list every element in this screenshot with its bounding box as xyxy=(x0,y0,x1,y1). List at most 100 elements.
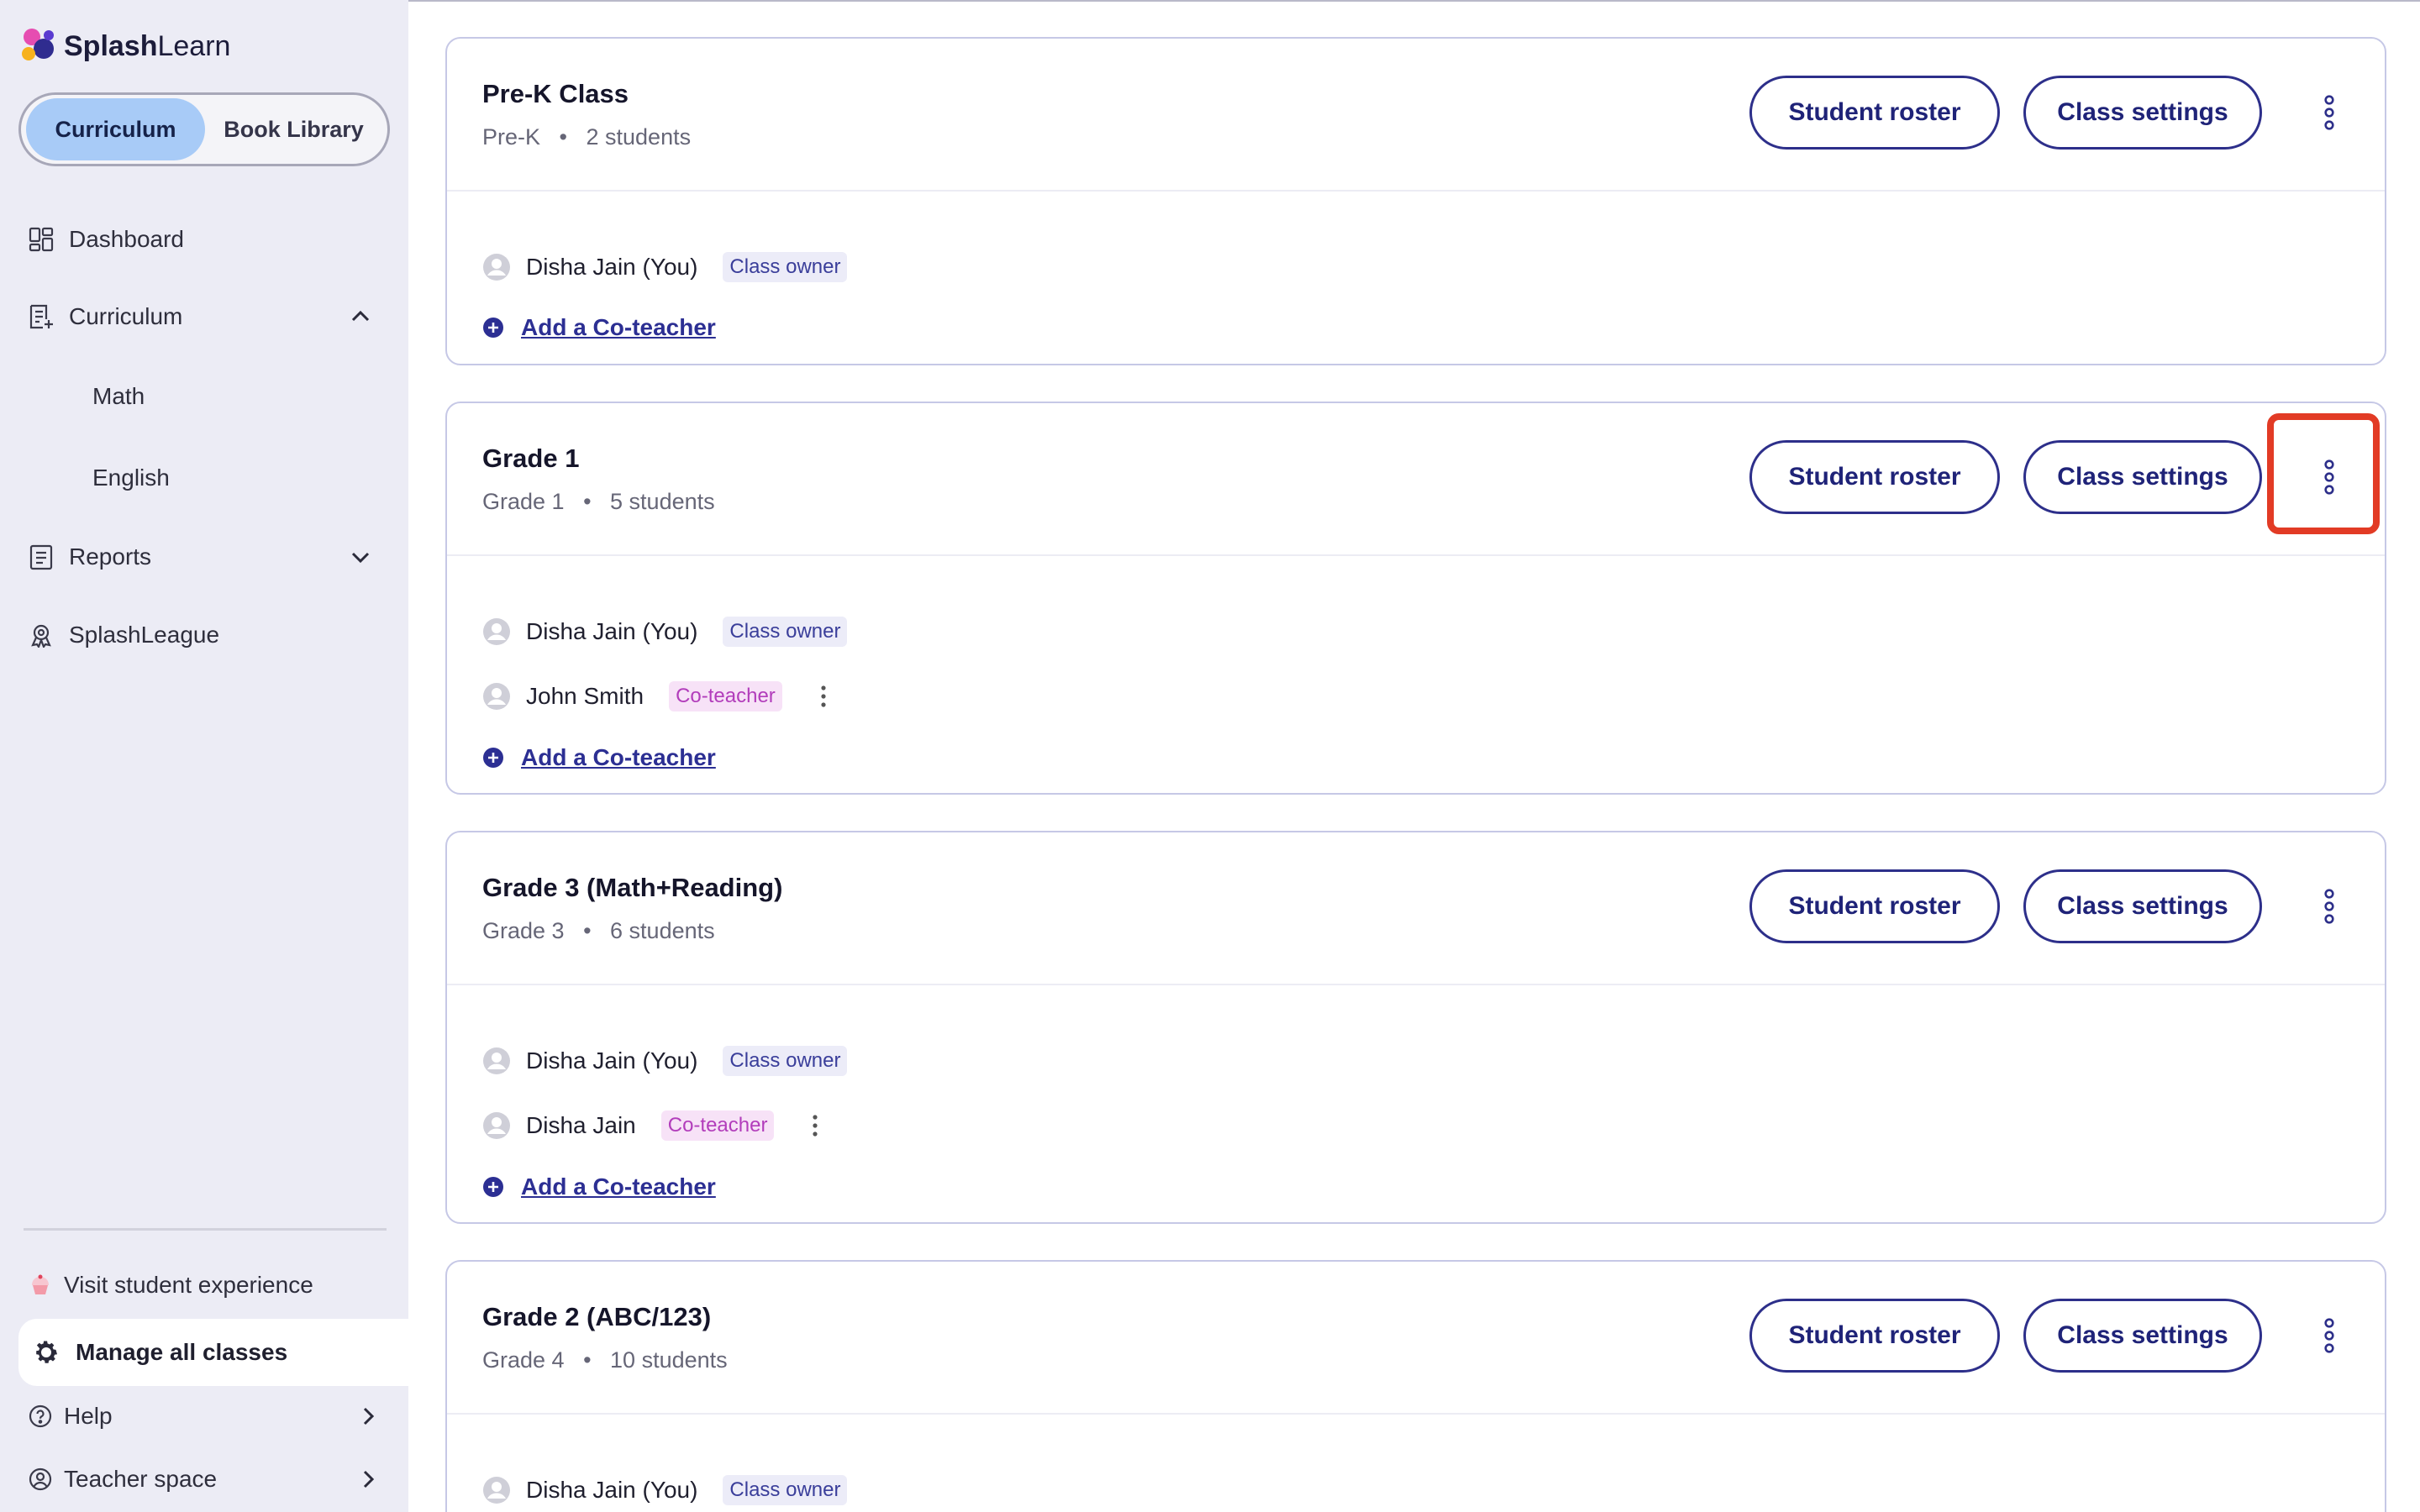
chevron-up-icon[interactable] xyxy=(348,304,373,329)
chevron-right-icon xyxy=(363,1407,375,1425)
member-row: John Smith Co-teacher xyxy=(482,678,828,715)
avatar-icon xyxy=(483,683,510,710)
add-co-teacher-label: Add a Co-teacher xyxy=(521,314,716,340)
class-title: Grade 2 (ABC/123) xyxy=(482,1302,712,1331)
add-co-teacher-link[interactable]: Add a Co-teacher xyxy=(482,739,716,776)
sidebar-item-teacher-space[interactable]: Teacher space xyxy=(27,1454,388,1504)
member-name: Disha Jain (You) xyxy=(526,618,698,644)
member-options-icon[interactable] xyxy=(811,1114,819,1137)
sidebar-item-label: Reports xyxy=(69,543,152,570)
avatar-icon xyxy=(483,618,510,645)
help-icon xyxy=(27,1403,54,1430)
sidebar-item-help[interactable]: Help xyxy=(27,1391,388,1441)
curriculum-icon xyxy=(27,302,55,331)
avatar-icon xyxy=(483,1112,510,1139)
sidebar-divider xyxy=(24,1228,387,1231)
splashlearn-logo-icon xyxy=(22,29,54,60)
gear-icon xyxy=(36,1341,57,1363)
sidebar-item-reports[interactable]: Reports xyxy=(27,532,385,582)
class-card-header: Grade 3 (Math+Reading) Grade 3 • 6 stude… xyxy=(447,832,2385,985)
class-settings-button[interactable]: Class settings xyxy=(2023,440,2262,514)
class-owner-badge: Class owner xyxy=(723,617,848,647)
chevron-right-icon xyxy=(363,1470,375,1488)
class-title: Grade 3 (Math+Reading) xyxy=(482,873,783,902)
student-roster-button[interactable]: Student roster xyxy=(1749,76,2000,150)
avatar-icon xyxy=(483,1477,510,1504)
sidebar-item-curriculum[interactable]: Curriculum xyxy=(27,291,385,342)
member-name: Disha Jain (You) xyxy=(526,1477,698,1503)
student-roster-button[interactable]: Student roster xyxy=(1749,869,2000,943)
class-card-header: Grade 2 (ABC/123) Grade 4 • 10 students … xyxy=(447,1262,2385,1415)
class-subtitle: Grade 1 • 5 students xyxy=(482,489,715,514)
kebab-icon xyxy=(2324,459,2334,495)
manage-all-classes[interactable]: Manage all classes xyxy=(18,1319,408,1386)
class-settings-button[interactable]: Class settings xyxy=(2023,1299,2262,1373)
member-row: Disha Jain (You) Class owner xyxy=(482,1042,848,1079)
more-options-button[interactable] xyxy=(2304,452,2354,502)
chevron-down-icon[interactable] xyxy=(348,544,373,570)
plus-circle-icon xyxy=(483,1177,503,1197)
class-card: Grade 1 Grade 1 • 5 students Student ros… xyxy=(445,402,2386,795)
add-co-teacher-link[interactable]: Add a Co-teacher xyxy=(482,309,716,346)
member-row: Disha Jain (You) Class owner xyxy=(482,613,848,650)
class-settings-button[interactable]: Class settings xyxy=(2023,869,2262,943)
avatar-icon xyxy=(483,1047,510,1074)
class-subtitle: Pre-K • 2 students xyxy=(482,124,692,150)
class-subtitle: Grade 4 • 10 students xyxy=(482,1347,728,1373)
kebab-icon xyxy=(2324,1318,2334,1353)
member-row: Disha Jain Co-teacher xyxy=(482,1107,819,1144)
manage-all-classes-label: Manage all classes xyxy=(76,1339,288,1365)
more-options-button[interactable] xyxy=(2304,881,2354,932)
sidebar-item-splashleague[interactable]: SplashLeague xyxy=(27,610,385,660)
sidebar-item-math[interactable]: Math xyxy=(92,375,145,417)
reports-icon xyxy=(27,543,55,571)
class-title: Grade 1 xyxy=(482,444,580,473)
help-label: Help xyxy=(64,1403,113,1429)
splashlearn-logo[interactable]: SplashLearn xyxy=(18,25,230,67)
class-card: Grade 2 (ABC/123) Grade 4 • 10 students … xyxy=(445,1260,2386,1512)
class-card: Grade 3 (Math+Reading) Grade 3 • 6 stude… xyxy=(445,831,2386,1224)
more-options-button[interactable] xyxy=(2304,1310,2354,1361)
member-row: Disha Jain (You) Class owner xyxy=(482,1472,848,1509)
splashleague-icon xyxy=(27,621,55,649)
user-circle-icon xyxy=(27,1466,54,1493)
sidebar-item-english[interactable]: English xyxy=(92,457,170,499)
main-content: Pre-K Class Pre-K • 2 students Student r… xyxy=(408,0,2420,1512)
member-row: Disha Jain (You) Class owner xyxy=(482,249,848,286)
class-subtitle: Grade 3 • 6 students xyxy=(482,918,715,943)
cupcake-icon xyxy=(27,1272,54,1299)
member-name: Disha Jain (You) xyxy=(526,254,698,280)
curriculum-library-toggle: Curriculum Book Library xyxy=(18,92,390,166)
plus-circle-icon xyxy=(483,318,503,338)
brand-name: SplashLearn xyxy=(64,29,231,62)
class-owner-badge: Class owner xyxy=(723,1046,848,1076)
sidebar-item-dashboard[interactable]: Dashboard xyxy=(27,214,385,265)
co-teacher-badge: Co-teacher xyxy=(660,1110,775,1141)
sidebar: SplashLearn Curriculum Book Library Dash… xyxy=(0,0,408,1512)
co-teacher-badge: Co-teacher xyxy=(669,681,782,711)
class-title: Pre-K Class xyxy=(482,79,629,108)
member-name: John Smith xyxy=(526,683,644,709)
avatar-icon xyxy=(483,254,510,281)
segment-curriculum[interactable]: Curriculum xyxy=(26,98,205,160)
dashboard-icon xyxy=(27,225,55,254)
plus-circle-icon xyxy=(483,748,503,768)
student-roster-button[interactable]: Student roster xyxy=(1749,440,2000,514)
visit-student-experience[interactable]: Visit student experience xyxy=(27,1260,388,1310)
sidebar-item-label: SplashLeague xyxy=(69,622,220,648)
add-co-teacher-label: Add a Co-teacher xyxy=(521,744,716,770)
visit-student-experience-label: Visit student experience xyxy=(64,1272,313,1298)
member-name: Disha Jain (You) xyxy=(526,1047,698,1074)
sidebar-item-label: Dashboard xyxy=(69,226,184,252)
add-co-teacher-link[interactable]: Add a Co-teacher xyxy=(482,1168,716,1205)
segment-book-library[interactable]: Book Library xyxy=(205,98,382,160)
member-options-icon[interactable] xyxy=(819,685,828,708)
member-name: Disha Jain xyxy=(526,1112,636,1138)
student-roster-button[interactable]: Student roster xyxy=(1749,1299,2000,1373)
class-settings-button[interactable]: Class settings xyxy=(2023,76,2262,150)
more-options-button[interactable] xyxy=(2304,87,2354,138)
teacher-space-label: Teacher space xyxy=(64,1466,218,1492)
class-card: Pre-K Class Pre-K • 2 students Student r… xyxy=(445,37,2386,365)
kebab-icon xyxy=(2324,95,2334,130)
class-card-header: Pre-K Class Pre-K • 2 students Student r… xyxy=(447,39,2385,192)
